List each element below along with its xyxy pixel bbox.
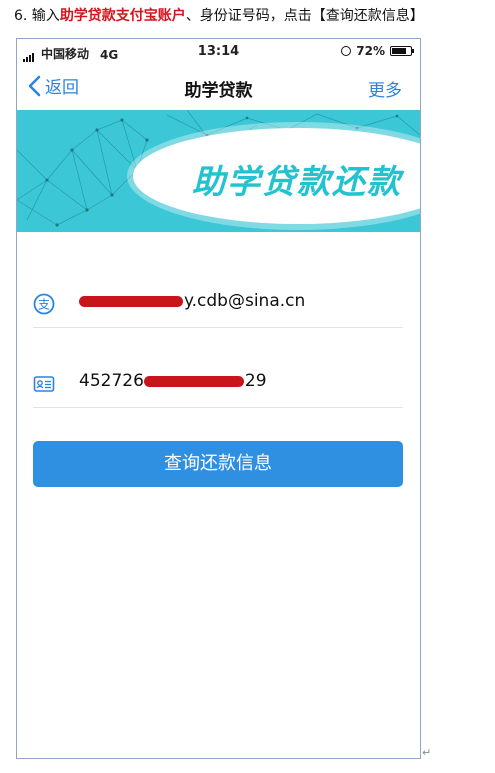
alipay-icon: 支 (33, 293, 55, 315)
id-number-field[interactable]: 452726 29 (33, 367, 403, 408)
alipay-account-field[interactable]: 支 y.cdb@sina.cn (33, 287, 403, 328)
more-button[interactable]: 更多 (368, 76, 402, 101)
battery-percent: 72% (356, 44, 385, 58)
id-number-suffix: 29 (244, 371, 267, 391)
nav-bar: 返回 助学贷款 更多 (17, 65, 420, 109)
paragraph-return-mark: ↵ (422, 746, 432, 759)
instruction-highlight: 助学贷款支付宝账户 (59, 8, 186, 24)
instruction-text: 6. 输入助学贷款支付宝账户、身份证号码，点击【查询还款信息】 (14, 6, 494, 26)
battery-icon (390, 46, 414, 56)
status-right: 72% (341, 44, 414, 58)
banner: 助学贷款还款 (17, 110, 420, 232)
instruction-suffix: 、身份证号码，点击【查询还款信息】 (185, 8, 424, 24)
status-bar: 中国移动 4G 13:14 72% (17, 39, 420, 65)
alipay-account-value: y.cdb@sina.cn (79, 291, 305, 311)
alipay-account-visible: y.cdb@sina.cn (184, 291, 306, 311)
instruction-prefix: 6. 输入 (14, 8, 60, 24)
query-repayment-button[interactable]: 查询还款信息 (33, 441, 403, 487)
banner-title: 助学贷款还款 (192, 162, 402, 201)
svg-text:支: 支 (38, 298, 50, 312)
redaction-mark (143, 375, 244, 387)
redaction-mark (79, 295, 183, 307)
page-title: 助学贷款 (184, 81, 253, 101)
phone-screen: 中国移动 4G 13:14 72% 返回 助学贷款 更多 助学贷款还款 支 y.… (16, 38, 421, 759)
id-number-value: 452726 29 (79, 371, 267, 391)
id-number-prefix: 452726 (79, 371, 144, 391)
orientation-lock-icon (341, 46, 352, 56)
id-card-icon (33, 376, 55, 392)
